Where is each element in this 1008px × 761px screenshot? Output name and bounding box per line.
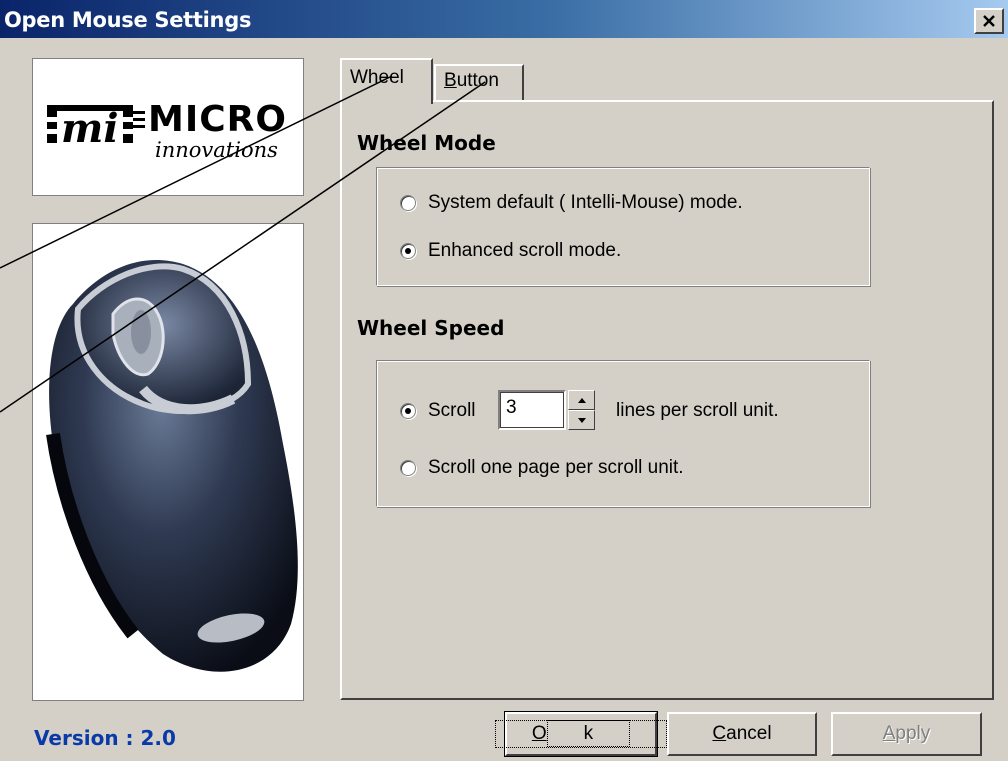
apply-button[interactable]: Apply (831, 712, 982, 756)
wheel-mode-title: Wheel Mode (357, 131, 496, 155)
radio-scroll-lines[interactable]: Scroll (400, 400, 476, 422)
apply-accel: A (882, 723, 896, 744)
wheel-speed-group (376, 360, 870, 507)
spin-up-arrow-icon (577, 397, 586, 403)
radio-enhanced-scroll-circle[interactable] (400, 243, 416, 259)
scroll-lines-value: 3 (506, 397, 517, 418)
mouse-image-panel (32, 223, 304, 701)
mouse-illustration (46, 259, 298, 672)
cancel-button[interactable]: Cancel (667, 712, 817, 756)
radio-scroll-page-label: Scroll one page per scroll unit. (428, 457, 684, 478)
spin-down-arrow-icon (577, 417, 586, 423)
ok-button[interactable]: Ok (494, 711, 668, 757)
radio-scroll-page-circle[interactable] (400, 460, 416, 476)
version-label: Version : 2.0 (34, 726, 176, 750)
radio-system-default-circle[interactable] (400, 195, 416, 211)
logo-tagline: innovations (155, 138, 278, 162)
lines-per-scroll-unit-label: lines per scroll unit. (616, 400, 779, 421)
radio-enhanced-scroll[interactable]: Enhanced scroll mode. (400, 240, 621, 262)
radio-system-default-label: System default ( Intelli-Mouse) mode. (428, 192, 743, 213)
scroll-lines-input[interactable]: 3 (498, 390, 566, 430)
tab-button[interactable]: Button (434, 64, 524, 100)
radio-system-default[interactable]: System default ( Intelli-Mouse) mode. (400, 192, 743, 214)
tab-button-label: utton (456, 70, 499, 91)
tab-wheel[interactable]: Wheel (340, 58, 433, 104)
brand-logo-panel: mi MICRO innovations (32, 58, 304, 196)
logo-brand: MICRO (145, 102, 290, 138)
apply-label: pply (895, 723, 931, 744)
logo-mark: mi (57, 109, 123, 149)
ok-label: k (546, 720, 631, 747)
cancel-label: ancel (726, 723, 772, 744)
close-icon (983, 15, 995, 27)
scroll-lines-spin-down[interactable] (568, 410, 595, 430)
radio-scroll-lines-circle[interactable] (400, 403, 416, 419)
scroll-lines-spin-up[interactable] (568, 390, 595, 410)
wheel-mode-group (376, 167, 870, 286)
close-button[interactable] (974, 8, 1004, 34)
ok-accel: O (531, 723, 547, 744)
radio-enhanced-scroll-label: Enhanced scroll mode. (428, 240, 622, 261)
window-title: Open Mouse Settings (4, 8, 252, 32)
cancel-accel: C (712, 723, 727, 744)
ok-button-focus: Ok (494, 720, 668, 748)
radio-scroll-lines-label: Scroll (428, 400, 476, 421)
radio-scroll-page[interactable]: Scroll one page per scroll unit. (400, 457, 684, 479)
wheel-speed-title: Wheel Speed (357, 316, 505, 340)
title-bar: Open Mouse Settings (0, 0, 1008, 38)
tab-wheel-label: Wheel (350, 67, 404, 88)
tab-button-accel: B (444, 70, 457, 91)
